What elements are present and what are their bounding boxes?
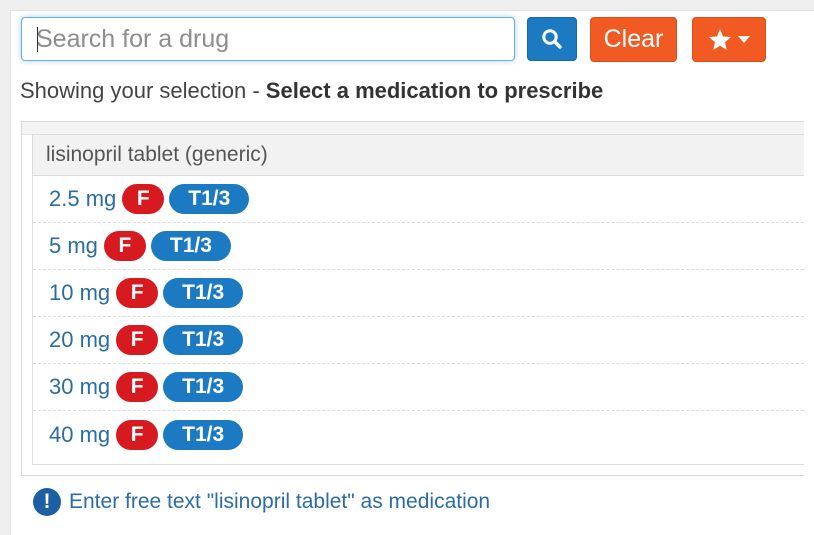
tier-badge: T1/3 bbox=[163, 278, 244, 308]
dose-option-row[interactable]: 2.5 mg F T1/3 bbox=[33, 176, 804, 223]
dose-link[interactable]: 30 mg bbox=[49, 374, 110, 400]
dose-link[interactable]: 10 mg bbox=[49, 280, 110, 306]
drug-search-input[interactable] bbox=[21, 17, 515, 61]
selection-status: Showing your selection - Select a medica… bbox=[20, 78, 603, 104]
dose-option-row[interactable]: 40 mg F T1/3 bbox=[33, 411, 804, 458]
formulary-badge: F bbox=[116, 325, 159, 355]
dose-option-row[interactable]: 30 mg F T1/3 bbox=[33, 364, 804, 411]
free-text-link-label: Enter free text "lisinopril tablet" as m… bbox=[69, 490, 491, 513]
search-icon bbox=[542, 29, 562, 49]
clear-button-label: Clear bbox=[603, 25, 664, 53]
text-cursor bbox=[37, 27, 38, 52]
exclamation-circle-icon: ! bbox=[33, 488, 61, 516]
favorites-dropdown-button[interactable] bbox=[692, 17, 766, 62]
formulary-badge: F bbox=[116, 372, 159, 402]
formulary-badge: F bbox=[103, 231, 146, 261]
status-instruction: Select a medication to prescribe bbox=[265, 78, 604, 103]
formulary-badge: F bbox=[116, 419, 159, 450]
drug-group: lisinopril tablet (generic) 2.5 mg F T1/3 5… bbox=[32, 134, 804, 465]
status-prefix: Showing your selection - bbox=[20, 78, 266, 103]
tier-badge: T1/3 bbox=[163, 372, 244, 402]
dose-link[interactable]: 2.5 mg bbox=[49, 186, 116, 212]
dose-option-row[interactable]: 10 mg F T1/3 bbox=[33, 270, 804, 317]
star-icon bbox=[709, 29, 731, 50]
caret-down-icon bbox=[738, 35, 750, 43]
dose-option-row[interactable]: 5 mg F T1/3 bbox=[33, 223, 804, 270]
dose-link[interactable]: 20 mg bbox=[49, 327, 110, 353]
free-text-link[interactable]: ! Enter free text "lisinopril tablet" as… bbox=[33, 488, 490, 516]
dose-link[interactable]: 5 mg bbox=[49, 233, 98, 259]
tier-badge: T1/3 bbox=[150, 231, 231, 261]
tier-badge: T1/3 bbox=[163, 419, 244, 450]
formulary-badge: F bbox=[116, 278, 159, 308]
results-panel: lisinopril tablet (generic) 2.5 mg F T1/3 5… bbox=[21, 121, 804, 476]
tier-badge: T1/3 bbox=[169, 184, 250, 214]
formulary-badge: F bbox=[122, 184, 165, 214]
search-button[interactable] bbox=[527, 17, 577, 61]
dose-link[interactable]: 40 mg bbox=[49, 422, 110, 448]
dose-list: 2.5 mg F T1/3 5 mg F T1/3 10 mg F T1/3 20 mg F T1/3… bbox=[33, 176, 804, 458]
drug-group-header: lisinopril tablet (generic) bbox=[33, 135, 804, 176]
tier-badge: T1/3 bbox=[163, 325, 244, 355]
dose-option-row[interactable]: 20 mg F T1/3 bbox=[33, 317, 804, 364]
clear-button[interactable]: Clear bbox=[590, 17, 677, 62]
